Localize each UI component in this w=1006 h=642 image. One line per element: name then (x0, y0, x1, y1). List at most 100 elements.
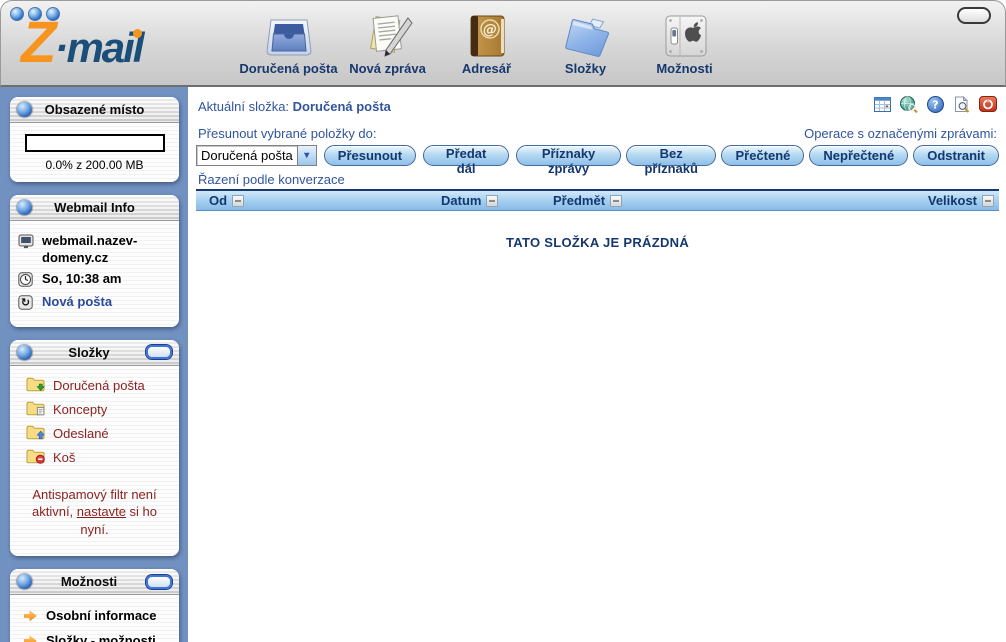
inbox-folder-icon (26, 376, 45, 395)
quota-panel-header: Obsazené místo (10, 97, 179, 123)
sidebar-folder-drafts[interactable]: Koncepty (26, 398, 169, 422)
webmail-info-header: Webmail Info (10, 195, 179, 221)
message-controls: Doručená pošta ▾ Přesunout Předat dál Př… (196, 145, 999, 166)
quota-progress-bar (25, 134, 165, 152)
sort-toggle-icon[interactable] (982, 195, 994, 207)
toolbar-item-label: Možnosti (656, 61, 712, 76)
message-list-header: Od Datum Předmět Velikost (196, 189, 999, 211)
app-header: Z·mail Doručená poš (0, 0, 1006, 87)
flags-button[interactable]: Příznaky zprávy (516, 145, 621, 166)
column-header-size[interactable]: Velikost (928, 193, 994, 208)
sidebar-folder-sent[interactable]: Odeslané (26, 422, 169, 446)
sort-toggle-icon[interactable] (232, 195, 244, 207)
toolbar-item-label: Složky (565, 61, 606, 76)
column-header-subject[interactable]: Předmět (553, 193, 928, 208)
sort-toggle-icon[interactable] (610, 195, 622, 207)
svg-text:↻: ↻ (21, 296, 30, 309)
help-icon[interactable]: ? (927, 96, 944, 118)
logo-z: Z (21, 10, 54, 75)
toolbar-item-addressbook[interactable]: @ Adresář (437, 6, 536, 76)
target-folder-select[interactable]: Doručená pošta ▾ (196, 145, 317, 166)
sidebar-option-personal-info[interactable]: Osobní informace (24, 603, 171, 628)
toolbar-item-options[interactable]: Možnosti (635, 6, 734, 76)
host-name: webmail.nazev-domeny.cz (42, 233, 171, 267)
sphere-icon (17, 200, 32, 215)
inbox-icon (264, 6, 314, 58)
toolbar-item-folders[interactable]: Složky (536, 6, 635, 76)
options-icon (662, 6, 708, 58)
new-mail-link[interactable]: Nová pošta (42, 294, 112, 311)
options-panel-header: Možnosti (10, 569, 179, 595)
operations-buttons: Příznaky zprávy Bez příznaků Přečtené Ne… (516, 145, 999, 166)
webmail-info-panel: Webmail Info webmail.nazev-domeny.cz (10, 195, 179, 327)
options-panel: Možnosti Osobní informace Složky - možno… (10, 569, 179, 642)
delete-button[interactable]: Odstranit (913, 145, 999, 166)
forward-button[interactable]: Předat dál (423, 145, 509, 166)
trash-folder-icon (26, 448, 45, 467)
option-label: Osobní informace (46, 608, 157, 623)
mark-read-button[interactable]: Přečtené (721, 145, 804, 166)
main-header-icons: ? (874, 96, 997, 118)
webmail-info-title: Webmail Info (32, 200, 157, 215)
antispam-setup-link[interactable]: nastavte (77, 504, 126, 519)
main-toolbar: Doručená pošta (239, 6, 734, 76)
move-button[interactable]: Přesunout (324, 145, 416, 166)
option-label: Složky - možnosti (46, 633, 156, 642)
column-header-from[interactable]: Od (201, 193, 441, 208)
search-globe-icon[interactable] (900, 96, 918, 118)
orange-arrow-icon (24, 610, 37, 621)
folders-panel: Složky Doručená pošta (10, 340, 179, 557)
orange-arrow-icon (24, 635, 37, 642)
toolbar-item-label: Adresář (462, 61, 511, 76)
column-label: Předmět (553, 193, 605, 208)
new-mail-row[interactable]: ↻ Nová pošta (18, 294, 171, 313)
svg-text:@: @ (483, 22, 497, 38)
mark-unread-button[interactable]: Nepřečtené (809, 145, 908, 166)
options-collapse-pill[interactable] (146, 575, 172, 589)
host-row: webmail.nazev-domeny.cz (18, 233, 171, 267)
calendar-icon[interactable] (874, 97, 891, 117)
sidebar-option-folder-options[interactable]: Složky - možnosti (24, 628, 171, 642)
compose-icon (363, 6, 413, 58)
conversation-sort-link[interactable]: Řazení podle konverzace (198, 172, 345, 187)
folders-collapse-pill[interactable] (146, 345, 172, 359)
toolbar-item-label: Doručená pošta (239, 61, 337, 76)
folders-panel-header: Složky (10, 340, 179, 366)
sphere-icon (17, 345, 32, 360)
antispam-notice: Antispamový filtr není aktivní, nastavte… (22, 486, 167, 539)
move-items-label: Přesunout vybrané položky do: (198, 126, 377, 141)
webmail-window: Z·mail Doručená poš (0, 0, 1006, 642)
monitor-icon (18, 233, 35, 252)
no-flags-button[interactable]: Bez příznaků (626, 145, 717, 166)
target-folder-select-value: Doručená pošta (197, 146, 297, 165)
sort-toggle-icon[interactable] (486, 195, 498, 207)
quota-panel-title: Obsazené místo (32, 102, 157, 117)
logo-mail: mail (66, 24, 142, 71)
print-preview-icon[interactable] (953, 96, 970, 118)
operations-label: Operace s označenými zprávami: (804, 126, 997, 141)
main-content: Aktuální složka: Doručená pošta (188, 87, 1006, 642)
drafts-folder-icon (26, 400, 45, 419)
sidebar-folder-inbox[interactable]: Doručená pošta (26, 374, 169, 398)
sent-folder-icon (26, 424, 45, 443)
quota-panel: Obsazené místo 0.0% z 200.00 MB (10, 97, 179, 182)
folder-label: Doručená pošta (53, 378, 145, 393)
column-label: Od (209, 193, 227, 208)
column-header-date[interactable]: Datum (441, 193, 553, 208)
folders-icon (561, 6, 611, 58)
address-book-icon: @ (464, 6, 510, 58)
toolbar-item-compose[interactable]: Nová zpráva (338, 6, 437, 76)
header-collapse-pill[interactable] (957, 7, 991, 24)
toolbar-item-inbox[interactable]: Doručená pošta (239, 6, 338, 76)
sidebar-folder-trash[interactable]: Koš (26, 446, 169, 470)
quota-usage-label: 0.0% z 200.00 MB (16, 158, 173, 172)
logo-dot: · (54, 24, 66, 71)
chevron-down-icon: ▾ (297, 146, 316, 165)
logout-icon[interactable] (979, 96, 997, 117)
folder-label: Odeslané (53, 426, 109, 441)
folder-label: Koš (53, 450, 75, 465)
folder-label: Koncepty (53, 402, 107, 417)
clock-icon (18, 271, 35, 290)
column-label: Velikost (928, 193, 977, 208)
svg-text:?: ? (932, 98, 938, 111)
